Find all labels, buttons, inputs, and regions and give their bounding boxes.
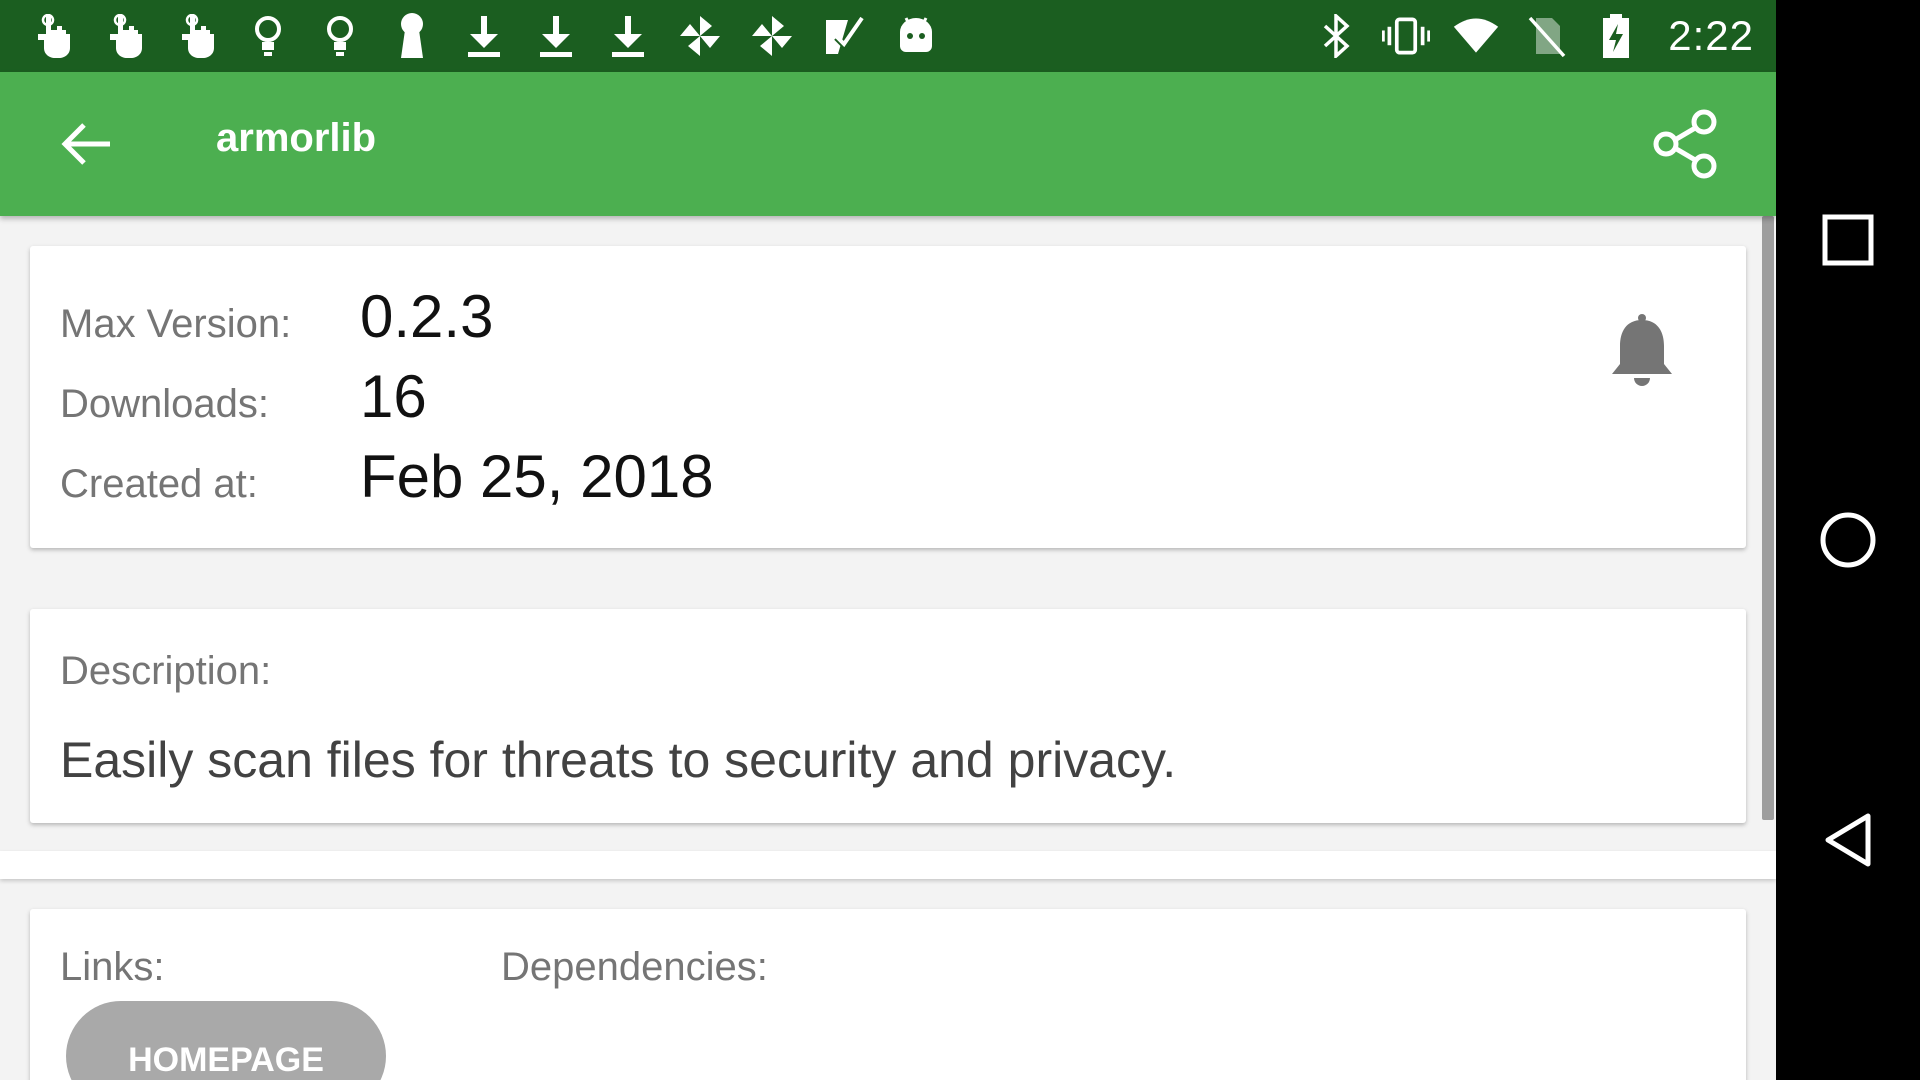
homepage-button-label: HOMEPAGE bbox=[128, 1041, 324, 1079]
battery-charging-icon bbox=[1592, 12, 1640, 60]
dependencies-label: Dependencies: bbox=[501, 945, 768, 989]
links-label: Links: bbox=[60, 945, 165, 989]
notification-icons bbox=[28, 10, 940, 62]
links-card: Links: Dependencies: HOMEPAGE bbox=[30, 909, 1746, 1080]
app-bar: armorlib bbox=[0, 72, 1776, 216]
created-row: Created at: Feb 25, 2018 bbox=[60, 442, 714, 511]
share-icon bbox=[1653, 109, 1717, 179]
hand-icon bbox=[28, 12, 76, 60]
download-icon bbox=[460, 12, 508, 60]
arrow-left-icon bbox=[61, 123, 110, 165]
description-card: Description: Easily scan files for threa… bbox=[30, 609, 1746, 823]
downloads-value: 16 bbox=[360, 363, 427, 430]
hand-icon bbox=[100, 12, 148, 60]
homepage-button[interactable]: HOMEPAGE bbox=[66, 1001, 386, 1080]
wifi-icon bbox=[1452, 12, 1500, 60]
keyhole-icon bbox=[388, 12, 436, 60]
status-bar: 2:22 bbox=[0, 0, 1776, 72]
system-back-button[interactable] bbox=[1798, 790, 1898, 890]
max-version-row: Max Version: 0.2.3 bbox=[60, 282, 493, 351]
created-label: Created at: bbox=[60, 462, 258, 506]
download-icon bbox=[532, 12, 580, 60]
vibrate-icon bbox=[1382, 12, 1431, 60]
circle-icon bbox=[1820, 512, 1876, 568]
description-label: Description: bbox=[60, 649, 272, 693]
back-button[interactable] bbox=[44, 108, 128, 180]
max-version-value: 0.2.3 bbox=[360, 283, 494, 350]
android-icon bbox=[892, 12, 940, 60]
bluetooth-icon bbox=[1312, 12, 1360, 60]
bell-icon bbox=[1612, 314, 1672, 386]
triangle-back-icon bbox=[1825, 813, 1871, 867]
home-button[interactable] bbox=[1798, 490, 1898, 590]
pinwheel-icon bbox=[676, 12, 724, 60]
bulb-icon bbox=[244, 12, 292, 60]
notification-bell-button[interactable] bbox=[1606, 312, 1678, 392]
info-card: Max Version: 0.2.3 Downloads: 16 Created… bbox=[30, 246, 1746, 548]
downloads-row: Downloads: 16 bbox=[60, 362, 427, 431]
bulb-icon bbox=[316, 12, 364, 60]
clock: 2:22 bbox=[1668, 12, 1754, 59]
checklist-icon bbox=[820, 12, 868, 60]
page-title: armorlib bbox=[216, 116, 377, 160]
pinwheel-icon bbox=[748, 12, 796, 60]
hand-icon bbox=[172, 12, 220, 60]
created-value: Feb 25, 2018 bbox=[360, 443, 714, 510]
recent-apps-button[interactable] bbox=[1798, 190, 1898, 290]
navigation-bar bbox=[1776, 0, 1920, 1080]
section-divider bbox=[0, 851, 1776, 879]
app-screen: 2:22 armorlib Max Version: 0.2.3 Downloa… bbox=[0, 0, 1776, 1080]
share-button[interactable] bbox=[1646, 102, 1730, 186]
description-text: Easily scan files for threats to securit… bbox=[60, 732, 1177, 788]
downloads-label: Downloads: bbox=[60, 382, 270, 426]
scrollbar[interactable] bbox=[1762, 216, 1774, 820]
download-icon bbox=[604, 12, 652, 60]
no-sim-icon bbox=[1522, 12, 1570, 60]
system-status-icons: 2:22 bbox=[1312, 10, 1754, 62]
square-icon bbox=[1822, 214, 1874, 266]
max-version-label: Max Version: bbox=[60, 302, 292, 346]
